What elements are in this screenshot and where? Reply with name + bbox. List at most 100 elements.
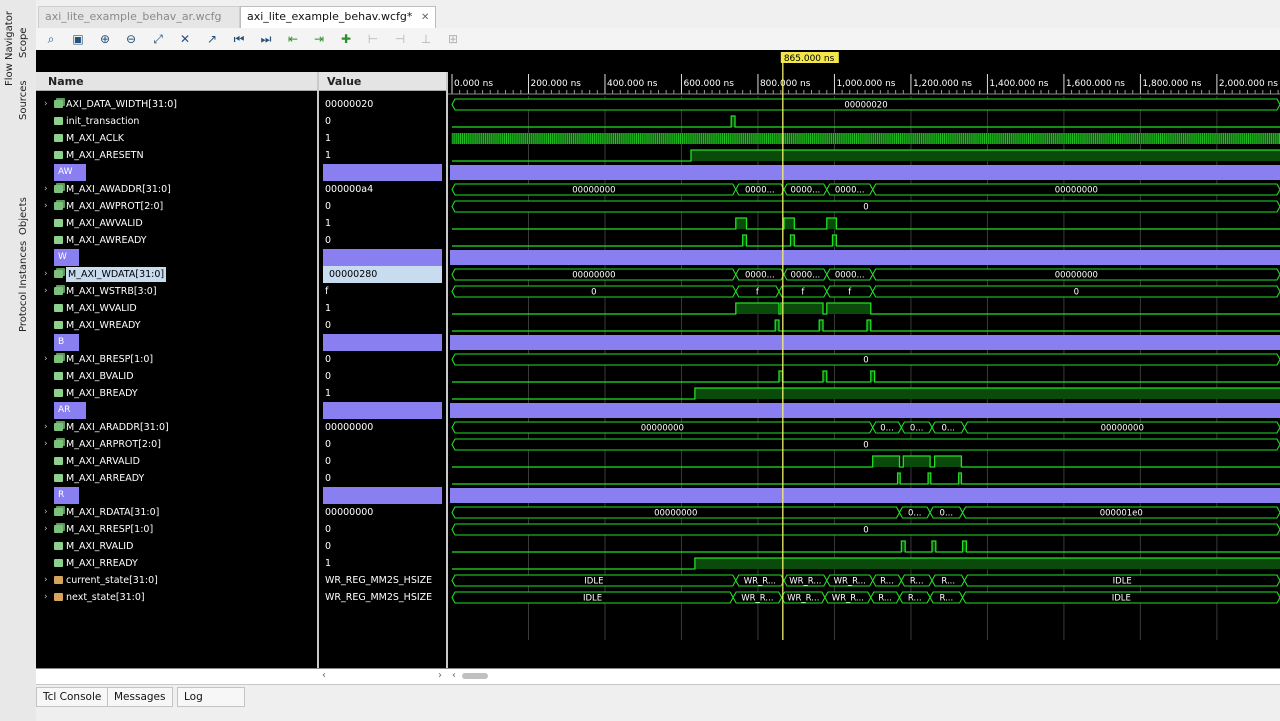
zoom-in-icon[interactable]: ⊕ [96,30,114,48]
value-row-m-axi-bresp[interactable]: 0 [319,351,446,368]
name-column-header[interactable]: Name [36,72,317,91]
signal-row-next-state[interactable]: › next_state[31:0] [36,589,317,606]
scroll-right-icon[interactable]: › [438,670,442,681]
signal-row-m-axi-wstrb[interactable]: › M_AXI_WSTRB[3:0] [36,283,317,300]
expand-chevron-icon[interactable]: › [44,267,48,282]
signal-row-m-axi-awprot[interactable]: › M_AXI_AWPROT[2:0] [36,198,317,215]
flow-navigator-tab[interactable]: Flow Navigator [4,6,15,86]
waveform-canvas[interactable]: 0.000 ns 200.000 ns 400.000 ns 600.000 ns 80… [448,50,1280,684]
value-row-m-axi-bready[interactable]: 1 [319,385,446,402]
signal-row-m-axi-aclk[interactable]: M_AXI_ACLK [36,130,317,147]
expand-chevron-icon[interactable]: › [44,182,48,197]
group-row-r[interactable]: R [36,487,317,504]
snap-icon[interactable]: ⊞ [444,30,462,48]
wave-m-axi-aclk[interactable] [451,133,1280,144]
value-row-m-axi-awready[interactable]: 0 [319,232,446,249]
signal-row-current-state[interactable]: › current_state[31:0] [36,572,317,589]
add-marker-icon[interactable]: ✚ [337,30,355,48]
value-row-m-axi-awvalid[interactable]: 1 [319,215,446,232]
tab-log[interactable]: Log [177,687,245,707]
wave-m-axi-awprot[interactable]: 0 [451,200,1280,213]
go-to-start-icon[interactable]: ⏮ [230,30,248,48]
signal-row-m-axi-wready[interactable]: M_AXI_WREADY [36,317,317,334]
save-icon[interactable]: ▣ [69,30,87,48]
value-row-r[interactable] [319,487,446,504]
signal-row-m-axi-bready[interactable]: M_AXI_BREADY [36,385,317,402]
scope-tab[interactable]: Scope [18,18,29,58]
signal-row-m-axi-arvalid[interactable]: M_AXI_ARVALID [36,453,317,470]
tab-messages[interactable]: Messages [107,687,173,707]
cursor-to-zero-icon[interactable]: ✕ [176,30,194,48]
value-row-m-axi-rresp[interactable]: 0 [319,521,446,538]
next-transition-icon[interactable]: ⇥ [310,30,328,48]
value-column-header[interactable]: Value [319,72,446,91]
value-row-m-axi-bvalid[interactable]: 0 [319,368,446,385]
signal-row-m-axi-bvalid[interactable]: M_AXI_BVALID [36,368,317,385]
expand-chevron-icon[interactable]: › [44,284,48,299]
value-row-m-axi-arvalid[interactable]: 0 [319,453,446,470]
value-row-m-axi-awaddr[interactable]: 000000a4 [319,181,446,198]
value-row-m-axi-araddr[interactable]: 00000000 [319,419,446,436]
value-row-m-axi-wready[interactable]: 0 [319,317,446,334]
expand-chevron-icon[interactable]: › [44,505,48,520]
expand-chevron-icon[interactable]: › [44,590,48,605]
value-row-m-axi-aclk[interactable]: 1 [319,130,446,147]
signal-row-m-axi-arready[interactable]: M_AXI_ARREADY [36,470,317,487]
group-row-ar[interactable]: AR [36,402,317,419]
value-row-m-axi-rdata[interactable]: 00000000 [319,504,446,521]
scroll-left-icon[interactable]: ‹ [322,670,326,681]
wave-m-axi-araddr[interactable]: 00000000 0... 0... 0... 00000000 [451,421,1280,434]
value-row-aw[interactable] [319,164,446,181]
wave-m-axi-rdata[interactable]: 00000000 0... 0... 000001e0 [451,506,1280,519]
signal-row-axi-data-width[interactable]: › AXI_DATA_WIDTH[31:0] [36,96,317,113]
previous-marker-icon[interactable]: ⊢ [364,30,382,48]
value-row-ar[interactable] [319,402,446,419]
signal-row-m-axi-bresp[interactable]: › M_AXI_BRESP[1:0] [36,351,317,368]
wave-m-axi-wstrb[interactable]: 0fff0 [451,285,1280,298]
value-row-m-axi-awprot[interactable]: 0 [319,198,446,215]
value-row-b[interactable] [319,334,446,351]
signal-row-m-axi-wvalid[interactable]: M_AXI_WVALID [36,300,317,317]
wave-m-axi-bresp[interactable]: 0 [451,353,1280,366]
wave-m-axi-arprot[interactable]: 0 [451,438,1280,451]
expand-chevron-icon[interactable]: › [44,522,48,537]
tab-axi-lite-example-behav-ar[interactable]: axi_lite_example_behav_ar.wcfg [38,6,240,28]
swap-cursors-icon[interactable]: ⊥ [417,30,435,48]
signal-row-m-axi-rvalid[interactable]: M_AXI_RVALID [36,538,317,555]
previous-transition-icon[interactable]: ⇤ [284,30,302,48]
signal-row-m-axi-aresetn[interactable]: M_AXI_ARESETN [36,147,317,164]
value-row-m-axi-wdata[interactable]: 00000280 [319,266,446,283]
value-row-m-axi-arready[interactable]: 0 [319,470,446,487]
value-row-current-state[interactable]: WR_REG_MM2S_HSIZE [319,572,446,589]
zoom-out-icon[interactable]: ⊖ [122,30,140,48]
wave-axi-data-width[interactable]: 00000020 [451,98,1280,111]
value-row-m-axi-aresetn[interactable]: 1 [319,147,446,164]
expand-chevron-icon[interactable]: › [44,573,48,588]
go-to-cursor-icon[interactable]: ↗ [203,30,221,48]
wave-m-axi-wdata[interactable]: 00000000 0000... 0000... 0000... 00000000 [451,268,1280,281]
expand-chevron-icon[interactable]: › [44,420,48,435]
signal-row-m-axi-awaddr[interactable]: › M_AXI_AWADDR[31:0] [36,181,317,198]
signal-row-m-axi-arprot[interactable]: › M_AXI_ARPROT[2:0] [36,436,317,453]
signal-row-m-axi-rdata[interactable]: › M_AXI_RDATA[31:0] [36,504,317,521]
expand-chevron-icon[interactable]: › [44,199,48,214]
signal-row-m-axi-rready[interactable]: M_AXI_RREADY [36,555,317,572]
value-row-m-axi-wvalid[interactable]: 1 [319,300,446,317]
value-row-m-axi-rvalid[interactable]: 0 [319,538,446,555]
signal-row-m-axi-awvalid[interactable]: M_AXI_AWVALID [36,215,317,232]
go-to-end-icon[interactable]: ⏭ [257,30,275,48]
value-row-w[interactable] [319,249,446,266]
search-icon[interactable]: ⌕ [42,30,60,48]
next-marker-icon[interactable]: ⊣ [391,30,409,48]
expand-chevron-icon[interactable]: › [44,352,48,367]
wave-m-axi-awaddr[interactable]: 00000000 0000... 0000... 0000... 00000000 [451,183,1280,196]
signal-row-m-axi-araddr[interactable]: › M_AXI_ARADDR[31:0] [36,419,317,436]
protocol-instances-tab[interactable]: Protocol Instances [18,241,29,332]
signal-row-m-axi-rresp[interactable]: › M_AXI_RRESP[1:0] [36,521,317,538]
value-row-next-state[interactable]: WR_REG_MM2S_HSIZE [319,589,446,606]
value-row-axi-data-width[interactable]: 00000020 [319,96,446,113]
signal-row-init-transaction[interactable]: init_transaction [36,113,317,130]
expand-chevron-icon[interactable]: › [44,437,48,452]
signal-row-m-axi-wdata[interactable]: › M_AXI_WDATA[31:0] [36,266,317,283]
expand-chevron-icon[interactable]: › [44,97,48,112]
